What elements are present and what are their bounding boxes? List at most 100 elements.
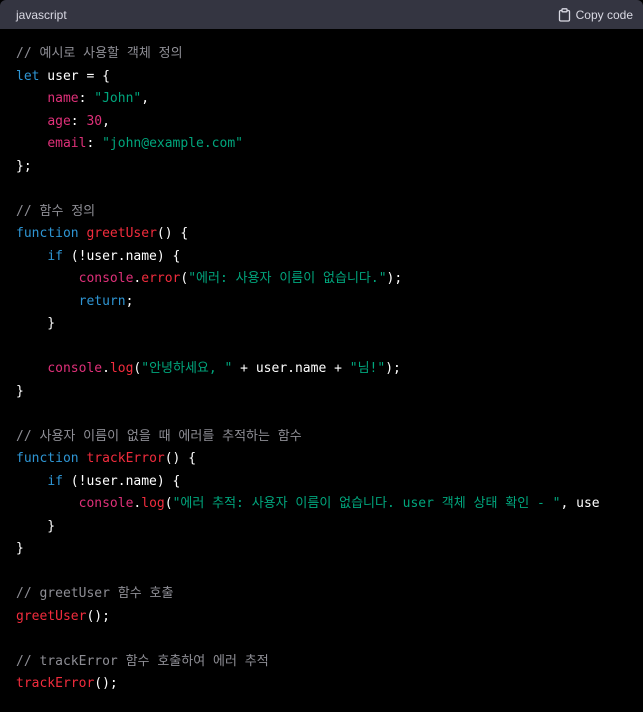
clipboard-icon — [558, 7, 571, 22]
code-line: // 예시로 사용할 객체 정의 — [16, 43, 643, 66]
code-token: log — [109, 361, 134, 376]
code-token: return — [78, 293, 126, 309]
code-line: if (!user.name) { — [16, 471, 643, 494]
code-line: // greetUser 함수 호출 — [16, 583, 643, 606]
code-block-header: javascript Copy code — [0, 0, 643, 29]
code-token: } — [16, 383, 24, 399]
copy-code-label: Copy code — [575, 7, 633, 22]
code-line: // trackError 함수 호출하여 에러 추적 — [16, 651, 643, 674]
code-token: // trackError 함수 호출하여 에러 추적 — [16, 653, 269, 669]
code-token: . — [102, 361, 110, 376]
code-line: console.log("에러 추적: 사용자 이름이 없습니다. user 객… — [16, 493, 643, 516]
code-line: } — [16, 516, 643, 539]
code-line: let user = { — [16, 66, 643, 89]
code-token: greetUser — [16, 608, 87, 624]
code-line: return; — [16, 291, 643, 314]
code-token: } — [16, 541, 24, 556]
code-token: , use — [560, 496, 600, 511]
code-line: age: 30, — [16, 111, 643, 134]
code-content[interactable]: // 예시로 사용할 객체 정의 let user = { name: "John… — [0, 29, 643, 712]
code-token: // 사용자 이름이 없을 때 에러를 추적하는 함수 — [16, 428, 302, 444]
code-token: "John" — [94, 91, 142, 106]
code-token: ; — [125, 293, 134, 309]
code-token: if — [47, 248, 63, 264]
code-token: age — [47, 113, 71, 129]
code-token: () { — [156, 226, 189, 241]
code-token: // 예시로 사용할 객체 정의 — [16, 46, 183, 61]
code-token: ); — [386, 271, 403, 286]
code-token: // 함수 정의 — [16, 203, 96, 219]
code-token: "안녕하세요, " — [141, 361, 233, 376]
code-token: error — [141, 271, 181, 286]
code-token: // greetUser 함수 호출 — [16, 586, 174, 601]
code-line: greetUser(); — [16, 606, 643, 629]
code-line: name: "John", — [16, 88, 643, 111]
code-token: console — [47, 361, 103, 376]
code-token: email — [47, 136, 87, 151]
code-line: } — [16, 381, 643, 404]
code-line: } — [16, 538, 643, 561]
code-line: } — [16, 313, 643, 336]
code-token: console — [78, 271, 134, 286]
code-token: : — [86, 136, 103, 151]
language-label: javascript — [16, 7, 67, 22]
code-line: function greetUser() { — [16, 223, 643, 246]
code-token: ); — [385, 361, 401, 376]
code-token: console — [78, 496, 134, 511]
code-token: (); — [86, 608, 110, 624]
code-token: name — [47, 91, 79, 106]
code-line: console.error("에러: 사용자 이름이 없습니다."); — [16, 268, 643, 291]
code-block: javascript Copy code // 예시로 사용할 객체 정의 let… — [0, 0, 643, 712]
code-token: "님!" — [349, 361, 386, 376]
code-token: if — [47, 473, 63, 489]
code-token: "john@example.com" — [102, 136, 243, 151]
code-token: ( — [164, 496, 173, 511]
code-token: "에러 추적: 사용자 이름이 없습니다. user 객체 상태 확인 - " — [172, 496, 561, 511]
code-token: (!user.name) { — [62, 473, 181, 489]
code-token: , — [141, 91, 150, 106]
code-token: function — [16, 451, 79, 466]
code-token: 30 — [86, 113, 103, 129]
code-token: "에러: 사용자 이름이 없습니다." — [188, 271, 387, 286]
code-token: }; — [16, 158, 32, 174]
code-line: trackError(); — [16, 673, 643, 696]
code-token: + user.name + — [232, 361, 350, 376]
code-token: () { — [164, 451, 197, 466]
code-token: , — [102, 113, 110, 129]
code-token: let — [16, 68, 40, 84]
code-token: (); — [94, 676, 118, 691]
code-line: console.log("안녕하세요, " + user.name + "님!"… — [16, 358, 643, 381]
code-line: // 사용자 이름이 없을 때 에러를 추적하는 함수 — [16, 426, 643, 449]
code-token: } — [16, 316, 56, 331]
code-token: trackError — [16, 676, 95, 691]
copy-code-button[interactable]: Copy code — [558, 8, 633, 22]
code-token: user = { — [39, 68, 110, 84]
code-token: : — [78, 91, 95, 106]
code-token: } — [16, 518, 56, 534]
code-token: : — [70, 113, 87, 129]
code-line: email: "john@example.com" — [16, 133, 643, 156]
code-token: log — [141, 496, 165, 511]
code-line: if (!user.name) { — [16, 246, 643, 269]
code-token: (!user.name) { — [62, 248, 181, 264]
code-line: // 함수 정의 — [16, 201, 643, 224]
code-line: function trackError() { — [16, 448, 643, 471]
code-token: trackError — [86, 451, 165, 466]
code-token: function — [16, 226, 79, 241]
code-line: }; — [16, 156, 643, 179]
code-token: greetUser — [86, 226, 157, 241]
